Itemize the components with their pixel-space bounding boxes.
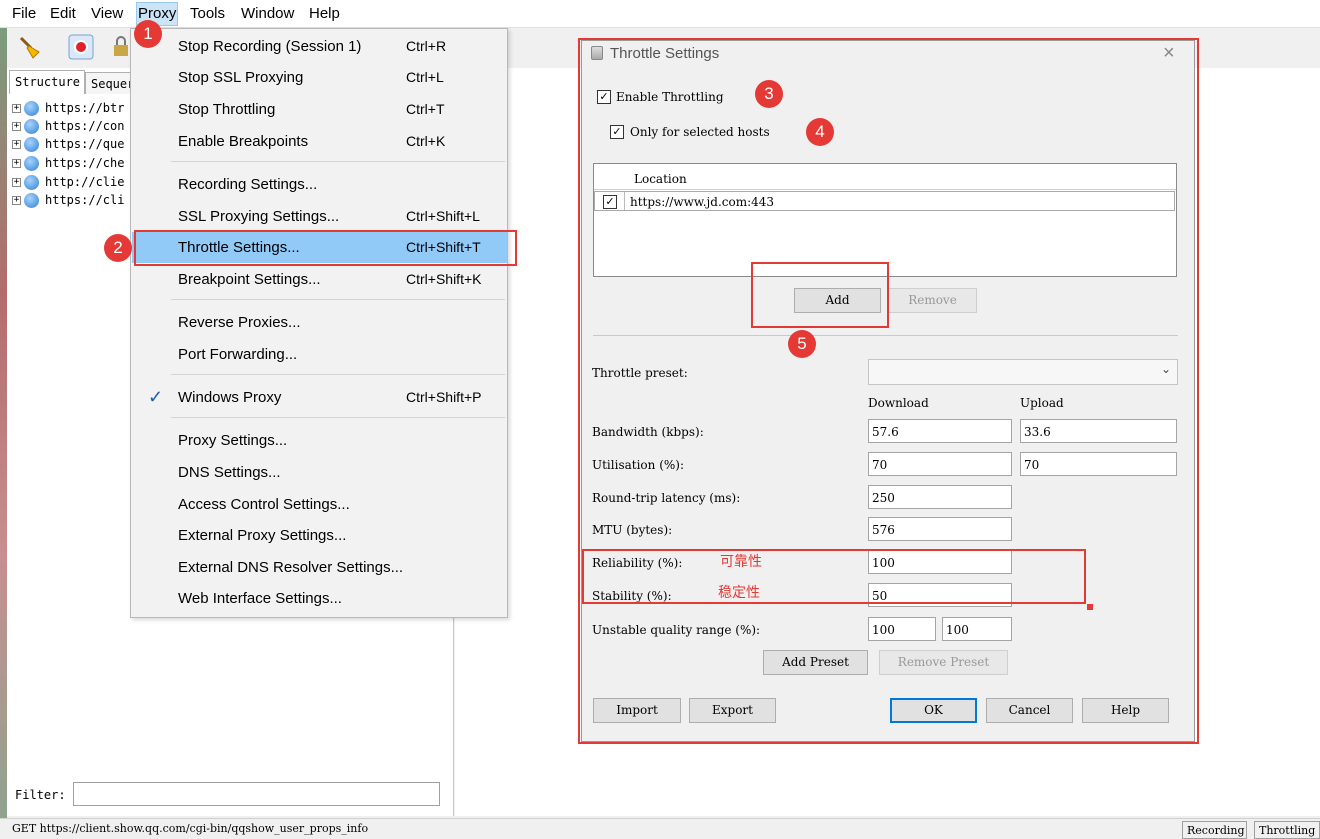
menu-item-proxy-settings[interactable]: Proxy Settings... <box>132 425 507 456</box>
menu-item-access-control[interactable]: Access Control Settings... <box>132 489 507 520</box>
reliability-note: 可靠性 <box>720 553 762 569</box>
tree-item[interactable]: + https://btr <box>12 101 124 119</box>
stability-note: 稳定性 <box>718 584 760 600</box>
tree-item[interactable]: + https://che <box>12 156 124 174</box>
lock-icon[interactable] <box>111 34 131 60</box>
tab-structure[interactable]: Structure <box>9 70 85 94</box>
menu-file[interactable]: File <box>12 5 36 22</box>
menu-item-enable-breakpoints[interactable]: Enable Breakpoints Ctrl+K <box>132 126 507 157</box>
globe-icon <box>24 101 39 116</box>
step-badge-5: 5 <box>788 330 816 358</box>
record-icon[interactable] <box>68 34 94 60</box>
check-icon: ✓ <box>148 387 164 407</box>
step-badge-3: 3 <box>755 80 783 108</box>
tree-item[interactable]: + https://cli <box>12 193 124 211</box>
tab-sequence[interactable]: Sequer <box>85 72 131 94</box>
tree-item[interactable]: + https://que <box>12 137 124 155</box>
annotation-handle <box>1087 604 1093 610</box>
menu-tools[interactable]: Tools <box>190 5 225 22</box>
menu-separator <box>171 374 505 375</box>
annotation-add-box <box>751 262 889 328</box>
menu-item-port-forwarding[interactable]: Port Forwarding... <box>132 339 507 370</box>
filter-input[interactable] <box>73 782 440 806</box>
menu-item-stop-throttling[interactable]: Stop Throttling Ctrl+T <box>132 94 507 125</box>
filter-label: Filter: <box>15 788 66 802</box>
status-throttling[interactable]: Throttling <box>1254 821 1320 839</box>
step-badge-4: 4 <box>806 118 834 146</box>
status-text: GET https://client.show.qq.com/cgi-bin/q… <box>12 822 369 835</box>
menu-item-external-dns[interactable]: External DNS Resolver Settings... <box>132 552 507 583</box>
globe-icon <box>24 137 39 152</box>
menu-help[interactable]: Help <box>309 5 340 22</box>
status-recording[interactable]: Recording <box>1182 821 1247 839</box>
tree-item[interactable]: + http://clie <box>12 175 124 193</box>
menu-item-dns-settings[interactable]: DNS Settings... <box>132 457 507 488</box>
menu-item-breakpoint-settings[interactable]: Breakpoint Settings... Ctrl+Shift+K <box>132 264 507 295</box>
globe-icon <box>24 175 39 190</box>
menu-separator <box>171 417 505 418</box>
tree-item[interactable]: + https://con <box>12 119 124 137</box>
annotation-menu-box <box>134 230 517 266</box>
step-badge-2: 2 <box>104 234 132 262</box>
annotation-dialog-box <box>578 38 1199 744</box>
menubar: File Edit View Proxy Tools Window Help <box>0 0 1320 28</box>
menu-view[interactable]: View <box>91 5 123 22</box>
step-badge-1: 1 <box>134 20 162 48</box>
menu-item-recording-settings[interactable]: Recording Settings... <box>132 169 507 200</box>
globe-icon <box>24 119 39 134</box>
menu-item-external-proxy[interactable]: External Proxy Settings... <box>132 520 507 551</box>
menu-separator <box>171 299 505 300</box>
menu-item-ssl-settings[interactable]: SSL Proxying Settings... Ctrl+Shift+L <box>132 201 507 232</box>
menu-item-stop-ssl[interactable]: Stop SSL Proxying Ctrl+L <box>132 62 507 93</box>
globe-icon <box>24 156 39 171</box>
annotation-reliability-box <box>582 549 1086 604</box>
broom-icon[interactable] <box>17 34 43 60</box>
menu-edit[interactable]: Edit <box>50 5 76 22</box>
menu-window[interactable]: Window <box>241 5 294 22</box>
menu-item-reverse-proxies[interactable]: Reverse Proxies... <box>132 307 507 338</box>
globe-icon <box>24 193 39 208</box>
proxy-menu: Stop Recording (Session 1) Ctrl+R Stop SS… <box>130 28 508 618</box>
window-edge <box>0 28 7 818</box>
menu-item-windows-proxy[interactable]: ✓ Windows Proxy Ctrl+Shift+P <box>132 382 507 413</box>
menu-item-web-interface[interactable]: Web Interface Settings... <box>132 583 507 614</box>
menu-item-stop-recording[interactable]: Stop Recording (Session 1) Ctrl+R <box>132 31 507 62</box>
menu-separator <box>171 161 505 162</box>
